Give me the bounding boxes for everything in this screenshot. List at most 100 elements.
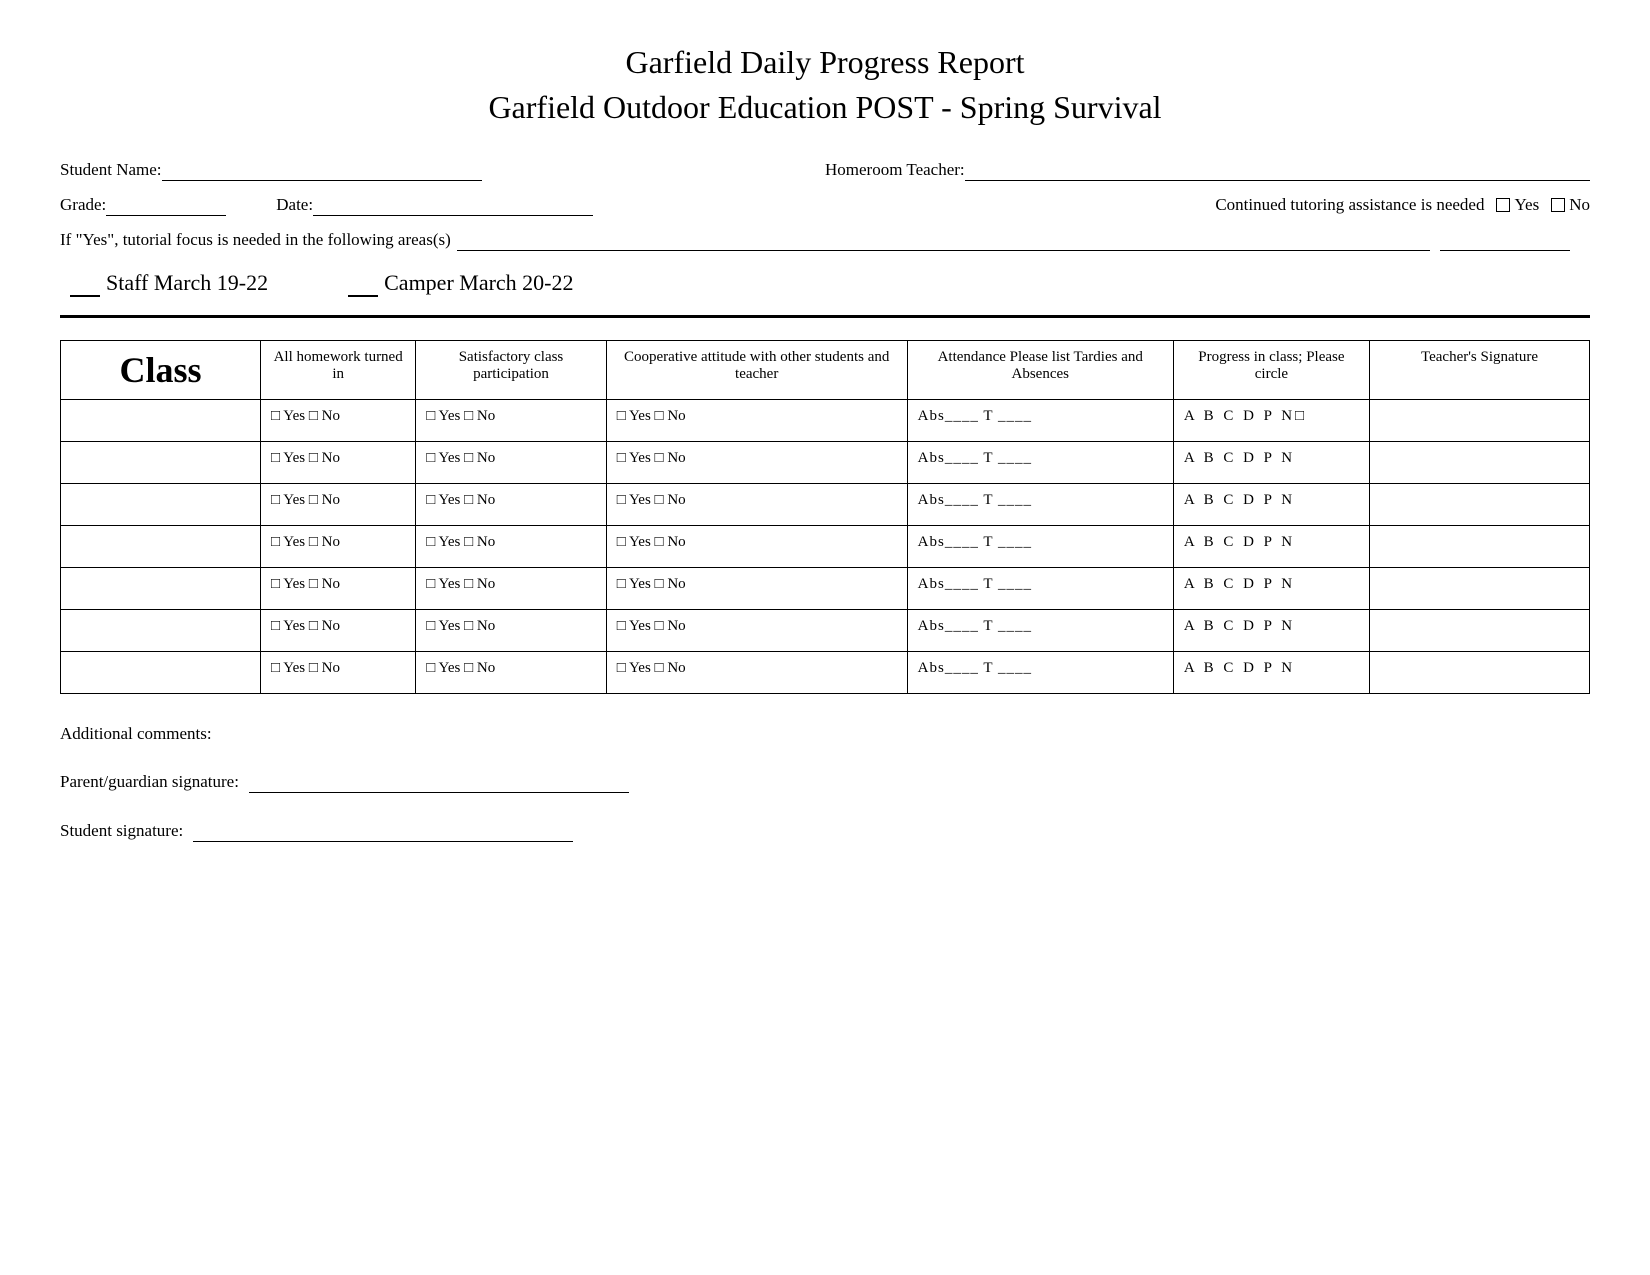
participation-cell: □ Yes □ No [416, 609, 606, 651]
signature-cell[interactable] [1370, 483, 1590, 525]
attendance-cell: Abs____ T ____ [907, 399, 1173, 441]
student-name-field[interactable] [162, 160, 482, 181]
homework-cell: □ Yes □ No [261, 441, 416, 483]
class-header: Class [61, 340, 261, 399]
progress-header: Progress in class; Please circle [1173, 340, 1369, 399]
footer-section: Additional comments: Parent/guardian sig… [60, 724, 1590, 842]
tutorial-focus-field[interactable] [457, 230, 1430, 251]
table-row: □ Yes □ No□ Yes □ No□ Yes □ NoAbs____ T … [61, 609, 1590, 651]
class-name-cell[interactable] [61, 441, 261, 483]
cooperative-header-text: Cooperative attitude with other students… [624, 349, 889, 382]
attendance-cell: Abs____ T ____ [907, 441, 1173, 483]
signature-cell[interactable] [1370, 399, 1590, 441]
cooperative-header: Cooperative attitude with other students… [606, 340, 907, 399]
attendance-cell: Abs____ T ____ [907, 567, 1173, 609]
class-name-cell[interactable] [61, 525, 261, 567]
signature-cell[interactable] [1370, 609, 1590, 651]
homework-cell: □ Yes □ No [261, 525, 416, 567]
homeroom-field[interactable] [965, 160, 1590, 181]
homework-cell: □ Yes □ No [261, 483, 416, 525]
signature-cell[interactable] [1370, 441, 1590, 483]
table-row: □ Yes □ No□ Yes □ No□ Yes □ NoAbs____ T … [61, 483, 1590, 525]
signature-header-text: Teacher's Signature [1421, 349, 1538, 365]
student-signature-row: Student signature: [60, 821, 1590, 842]
table-row: □ Yes □ No□ Yes □ No□ Yes □ NoAbs____ T … [61, 441, 1590, 483]
attendance-cell: Abs____ T ____ [907, 609, 1173, 651]
class-header-text: Class [119, 350, 201, 390]
homework-header: All homework turned in [261, 340, 416, 399]
signature-header: Teacher's Signature [1370, 340, 1590, 399]
homework-header-text: All homework turned in [274, 349, 403, 382]
date-section: Date: [276, 195, 1215, 216]
participation-cell: □ Yes □ No [416, 567, 606, 609]
signature-cell[interactable] [1370, 651, 1590, 693]
signature-cell[interactable] [1370, 525, 1590, 567]
cooperative-cell: □ Yes □ No [606, 483, 907, 525]
participation-header-text: Satisfactory class participation [459, 349, 564, 382]
participation-cell: □ Yes □ No [416, 399, 606, 441]
form-section: Student Name: Homeroom Teacher: Grade: D… [60, 160, 1590, 318]
homework-cell: □ Yes □ No [261, 399, 416, 441]
student-name-label: Student Name: [60, 160, 162, 180]
additional-comments-row: Additional comments: [60, 724, 1590, 744]
grades-cell: A B C D P N [1173, 483, 1369, 525]
table-row: □ Yes □ No□ Yes □ No□ Yes □ NoAbs____ T … [61, 399, 1590, 441]
attendance-header-text: Attendance Please list Tardies and Absen… [938, 349, 1143, 382]
student-signature-label: Student signature: [60, 821, 183, 841]
grade-label: Grade: [60, 195, 106, 215]
staff-camper-row: Staff March 19-22 Camper March 20-22 [60, 269, 1590, 297]
homeroom-section: Homeroom Teacher: [825, 160, 1590, 181]
homeroom-label: Homeroom Teacher: [825, 160, 965, 180]
cooperative-cell: □ Yes □ No [606, 651, 907, 693]
class-name-cell[interactable] [61, 483, 261, 525]
attendance-header: Attendance Please list Tardies and Absen… [907, 340, 1173, 399]
date-field[interactable] [313, 195, 593, 216]
grade-section: Grade: [60, 195, 246, 216]
participation-cell: □ Yes □ No [416, 651, 606, 693]
additional-comments-label: Additional comments: [60, 724, 212, 744]
title-line2: Garfield Outdoor Education POST - Spring… [488, 89, 1161, 125]
parent-signature-label: Parent/guardian signature: [60, 772, 239, 792]
tutorial-row: If "Yes", tutorial focus is needed in th… [60, 230, 1590, 251]
grades-cell: A B C D P N [1173, 525, 1369, 567]
grade-field[interactable] [106, 195, 226, 216]
yes-checkbox-group: Yes [1496, 195, 1539, 215]
tutoring-section: Continued tutoring assistance is needed … [1215, 195, 1590, 215]
staff-label: Staff March 19-22 [106, 270, 268, 296]
progress-header-text: Progress in class; Please circle [1198, 349, 1344, 382]
homework-cell: □ Yes □ No [261, 651, 416, 693]
staff-item: Staff March 19-22 [70, 269, 268, 297]
yes-checkbox[interactable] [1496, 198, 1510, 212]
signature-cell[interactable] [1370, 567, 1590, 609]
participation-cell: □ Yes □ No [416, 441, 606, 483]
no-checkbox[interactable] [1551, 198, 1565, 212]
homework-cell: □ Yes □ No [261, 567, 416, 609]
section-divider [60, 315, 1590, 318]
name-row: Student Name: Homeroom Teacher: [60, 160, 1590, 181]
class-name-cell[interactable] [61, 399, 261, 441]
cooperative-cell: □ Yes □ No [606, 567, 907, 609]
participation-cell: □ Yes □ No [416, 483, 606, 525]
grade-date-row: Grade: Date: Continued tutoring assistan… [60, 195, 1590, 216]
class-name-cell[interactable] [61, 609, 261, 651]
camper-label: Camper March 20-22 [384, 270, 573, 296]
participation-header: Satisfactory class participation [416, 340, 606, 399]
class-name-cell[interactable] [61, 567, 261, 609]
attendance-cell: Abs____ T ____ [907, 651, 1173, 693]
no-label: No [1569, 195, 1590, 215]
progress-table: Class All homework turned in Satisfactor… [60, 340, 1590, 694]
attendance-cell: Abs____ T ____ [907, 525, 1173, 567]
camper-item: Camper March 20-22 [348, 269, 573, 297]
table-row: □ Yes □ No□ Yes □ No□ Yes □ NoAbs____ T … [61, 525, 1590, 567]
no-checkbox-group: No [1551, 195, 1590, 215]
parent-signature-field[interactable] [249, 772, 629, 793]
yes-label: Yes [1514, 195, 1539, 215]
student-name-section: Student Name: [60, 160, 825, 181]
cooperative-cell: □ Yes □ No [606, 525, 907, 567]
class-name-cell[interactable] [61, 651, 261, 693]
attendance-cell: Abs____ T ____ [907, 483, 1173, 525]
student-signature-field[interactable] [193, 821, 573, 842]
participation-cell: □ Yes □ No [416, 525, 606, 567]
tutorial-focus-field2[interactable] [1440, 230, 1570, 251]
cooperative-cell: □ Yes □ No [606, 609, 907, 651]
